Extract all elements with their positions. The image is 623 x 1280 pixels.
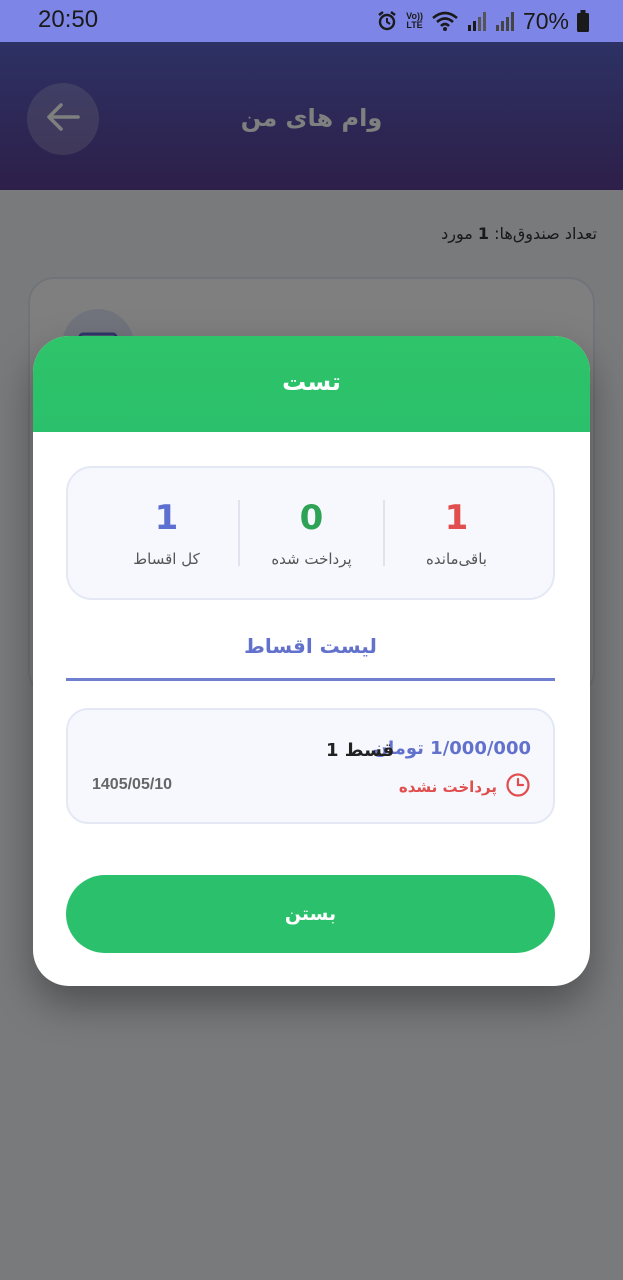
volte-bottom-label: LTE (406, 20, 423, 30)
status-time: 20:50 (38, 6, 99, 33)
wifi-icon (431, 10, 459, 32)
tab-underline (66, 678, 555, 681)
clock-icon (505, 772, 531, 802)
installment-item[interactable]: 1/000/000 تومان قسط 1 1405/05/10 پرداخت … (66, 708, 555, 824)
stat-total-label: کل اقساط (133, 550, 200, 568)
stats-panel: 1 کل اقساط 0 پرداخت شده 1 باقی‌مانده (66, 466, 555, 600)
stat-paid-label: پرداخت شده (271, 550, 352, 568)
installment-amount: 1/000/000 تومان (372, 738, 531, 759)
alarm-icon (376, 10, 398, 32)
volte-icon: Vo)) LTE (406, 12, 423, 30)
modal-header: تست (33, 336, 590, 432)
stat-remaining: 1 باقی‌مانده (384, 468, 529, 598)
installments-modal: تست 1 کل اقساط 0 پرداخت شده 1 باقی‌مانده… (33, 336, 590, 986)
stat-paid: 0 پرداخت شده (239, 468, 384, 598)
stat-total-value: 1 (154, 498, 179, 538)
signal-icon (495, 11, 515, 31)
battery-percent: 70% (522, 7, 569, 34)
stat-remaining-label: باقی‌مانده (426, 550, 487, 568)
installment-name: قسط 1 (326, 740, 395, 761)
installment-date: 1405/05/10 (92, 776, 173, 793)
installment-status-label: پرداخت نشده (398, 778, 497, 796)
status-icons: Vo)) LTE 70% (376, 7, 589, 35)
stat-total: 1 کل اقساط (94, 468, 239, 598)
tab-installments-list[interactable]: لیست اقساط (66, 634, 555, 658)
stat-paid-value: 0 (299, 498, 324, 538)
stat-remaining-value: 1 (444, 498, 469, 538)
status-bar: 20:50 Vo)) LTE 70% (0, 0, 623, 42)
installment-status: پرداخت نشده (399, 772, 531, 802)
battery-icon (577, 10, 589, 32)
close-button[interactable]: بستن (66, 875, 555, 953)
modal-title: تست (282, 368, 341, 396)
signal-icon (467, 11, 487, 31)
